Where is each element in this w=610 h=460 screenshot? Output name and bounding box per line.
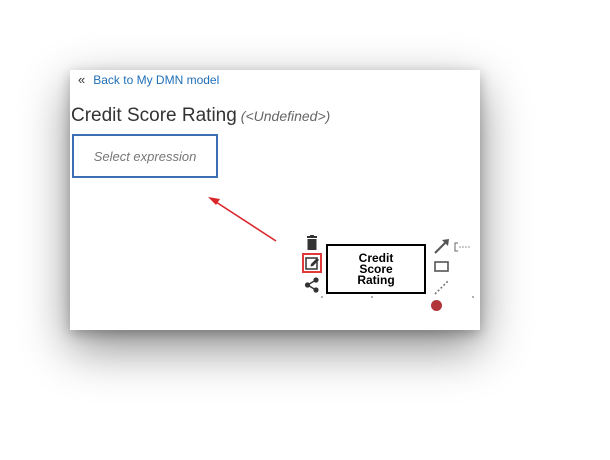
share-icon[interactable] <box>304 277 320 298</box>
edit-icon[interactable] <box>302 253 322 273</box>
dmn-editor-panel: « Back to My DMN model Credit Score Rati… <box>70 70 480 330</box>
handle-dot <box>472 296 474 298</box>
decision-node-label: Credit Score Rating <box>357 250 395 287</box>
rectangle-icon[interactable] <box>434 260 450 278</box>
text-annotation-icon[interactable] <box>454 239 472 257</box>
decision-node[interactable]: Credit Score Rating <box>326 244 426 294</box>
dotted-line-icon[interactable] <box>433 278 451 301</box>
handle-dot <box>371 296 373 298</box>
handle-dot <box>321 296 323 298</box>
diagram-canvas: Credit Score Rating <box>296 230 480 330</box>
end-marker-icon[interactable] <box>431 300 442 311</box>
arrow-connector-icon[interactable] <box>433 237 451 260</box>
